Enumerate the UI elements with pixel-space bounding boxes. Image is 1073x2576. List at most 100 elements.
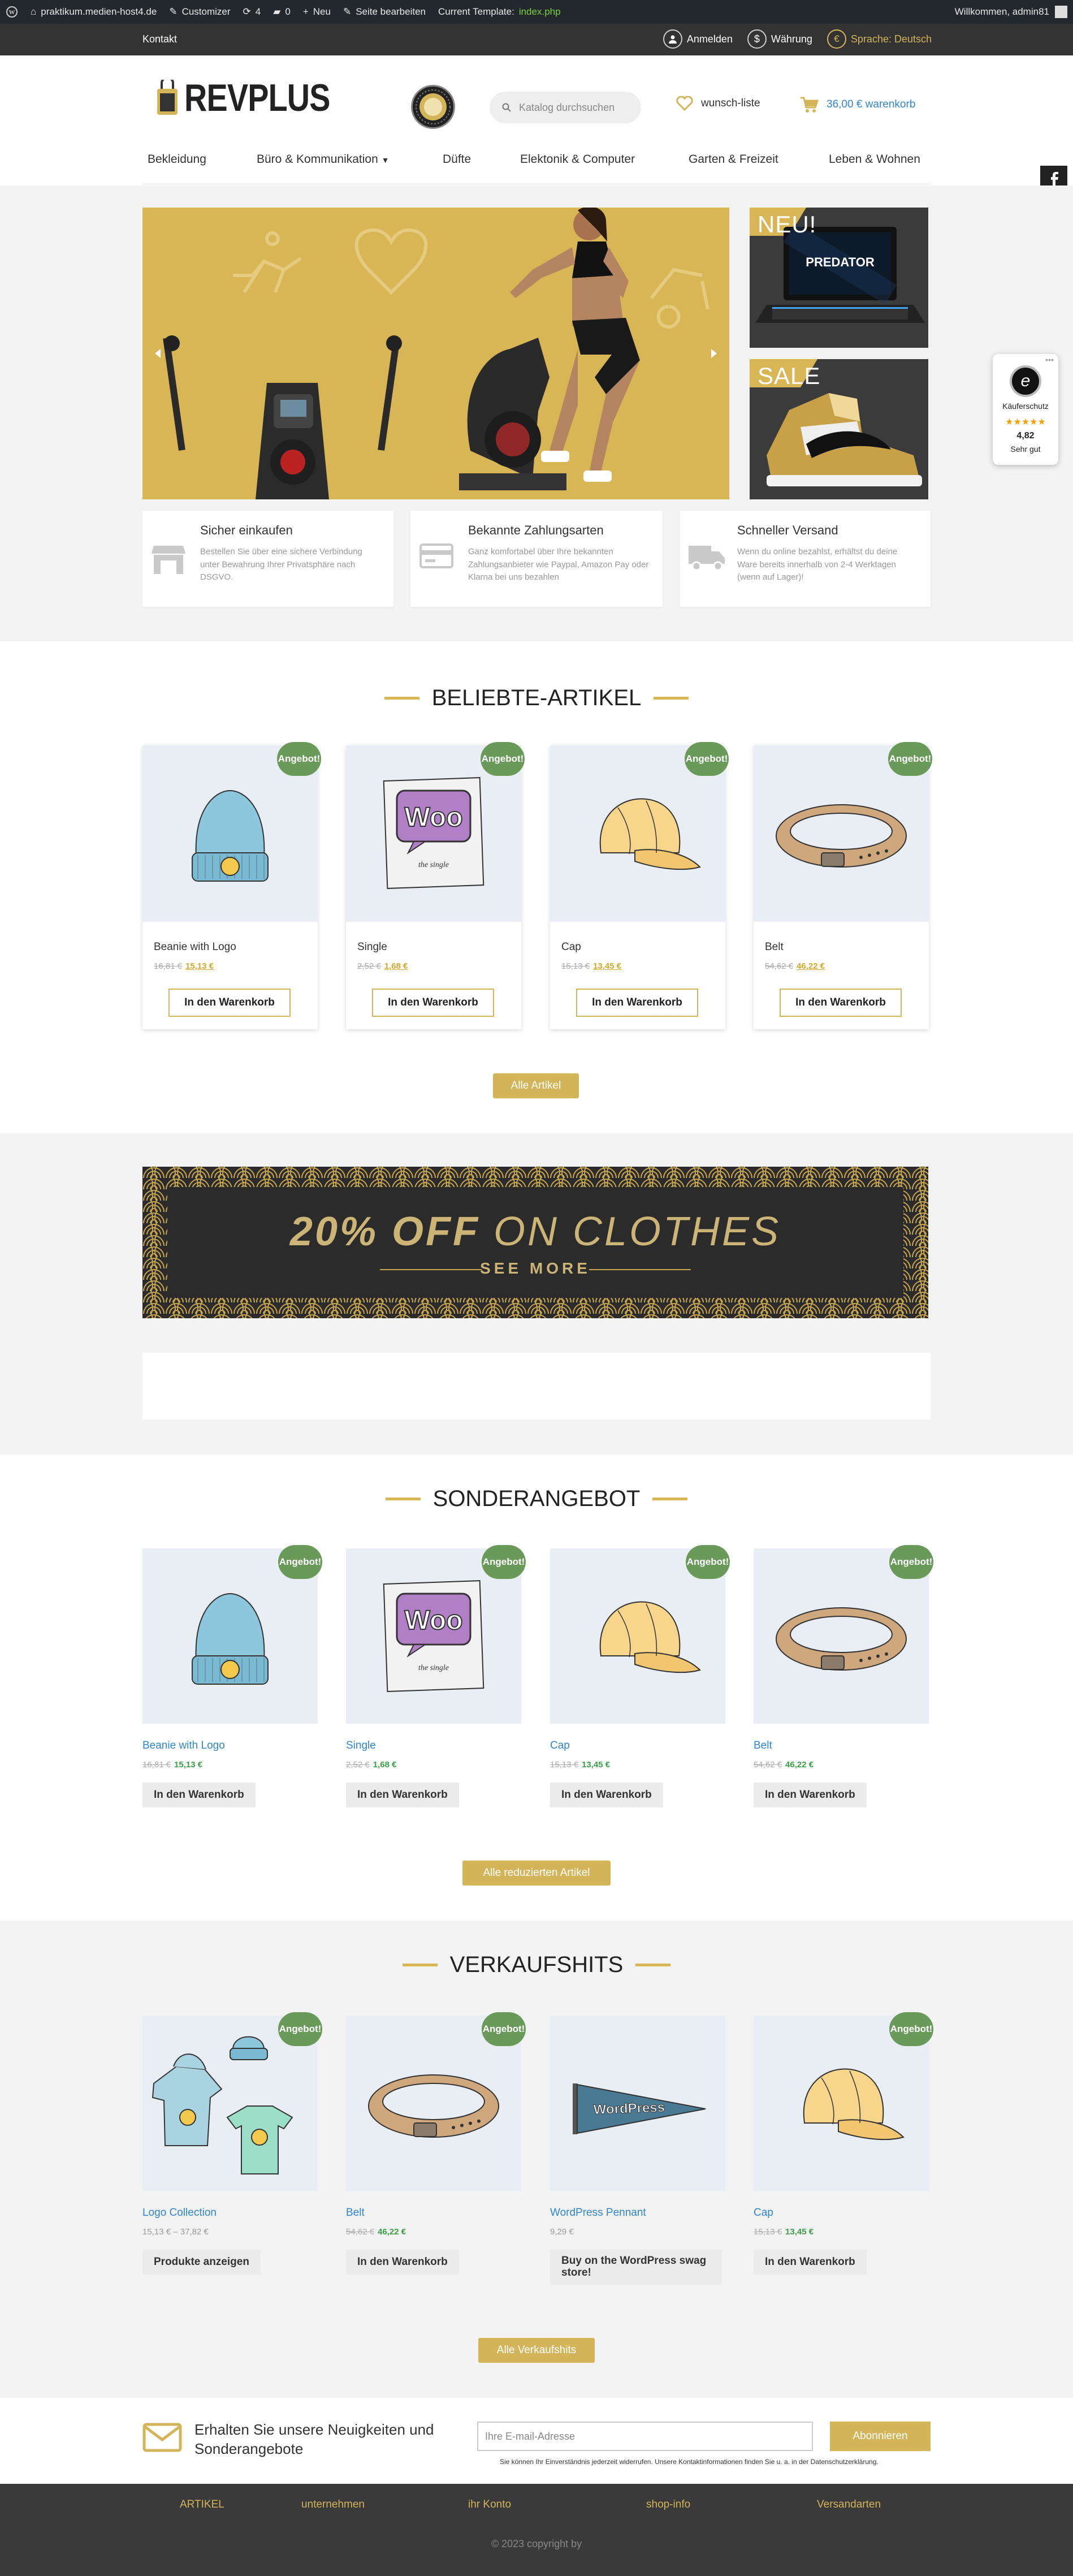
add-to-cart-button[interactable]: Produkte anzeigen (142, 2250, 261, 2275)
admin-comments-link[interactable]: ▰ 0 (273, 6, 291, 18)
add-to-cart-button[interactable]: Buy on the WordPress swag store! (550, 2250, 722, 2285)
sale-badge: Angebot! (278, 2012, 322, 2046)
add-to-cart-button[interactable]: In den Warenkorb (168, 989, 291, 1017)
admin-template-info[interactable]: Current Template: index.php (438, 6, 561, 18)
product-card[interactable]: Angebot! Beanie with Logo 16,81 €15,13 €… (142, 1545, 322, 1814)
slider-next-button[interactable] (704, 345, 721, 362)
product-price: 16,81 €15,13 € (142, 1760, 203, 1770)
product-name[interactable]: Belt (754, 1740, 772, 1752)
wp-logo-icon[interactable]: W (6, 6, 18, 18)
product-name[interactable]: Cap (550, 1740, 570, 1752)
product-card[interactable]: WordPress WordPress Pennant 9,29 € Buy o… (550, 2016, 725, 2285)
dollar-icon: $ (747, 29, 767, 49)
product-name[interactable]: Single (357, 941, 387, 953)
product-image[interactable]: WordPress (550, 2016, 725, 2191)
newsletter-email-input[interactable]: Ihre E-mail-Adresse (477, 2422, 813, 2451)
truck-icon (689, 546, 725, 571)
product-name[interactable]: Logo Collection (142, 2207, 217, 2219)
product-price: 54,62 €46,22 € (754, 1760, 814, 1770)
product-name[interactable]: WordPress Pennant (550, 2207, 646, 2219)
product-card[interactable]: Angebot! Cap 15,13 €13,45 € In den Waren… (550, 1545, 730, 1814)
subscribe-button[interactable]: Abonnieren (830, 2422, 931, 2451)
contact-link[interactable]: Kontakt (142, 33, 177, 45)
product-card[interactable]: Woo the single Angebot! Single 2,52 €1,6… (346, 1545, 526, 1814)
product-card[interactable]: Angebot! Belt 54,62 €46,22 € In den Ware… (754, 742, 932, 1029)
nav-item-leben[interactable]: Leben & Wohnen (829, 153, 920, 166)
wishlist-link[interactable]: wunsch-liste (676, 96, 760, 111)
admin-edit-page-link[interactable]: ✎ Seite bearbeiten (343, 6, 426, 18)
product-card[interactable]: Woo the single Angebot! Single 2,52 €1,6… (346, 742, 525, 1029)
product-name[interactable]: Beanie with Logo (142, 1740, 225, 1752)
add-to-cart-button[interactable]: In den Warenkorb (780, 989, 902, 1017)
nav-item-buero[interactable]: Büro & Kommunikation ▼ (257, 153, 389, 166)
promo-tile-new[interactable]: PREDATOR NEU! (750, 208, 928, 348)
footer-link-unternehmen[interactable]: unternehmen (301, 2499, 365, 2511)
all-reduced-button[interactable]: Alle reduzierten Artikel (462, 1861, 611, 1885)
sale-badge: Angebot! (888, 742, 932, 776)
product-card[interactable]: Angebot! Beanie with Logo 16,81 €15,13 €… (142, 742, 321, 1029)
nav-item-bekleidung[interactable]: Bekleidung (148, 153, 206, 166)
copyright: © 2023 copyright by (491, 2538, 582, 2549)
sale-badge: Angebot! (482, 1545, 526, 1579)
cart-link[interactable]: 36,00 € warenkorb (799, 96, 915, 113)
product-price: 2,52 €1,68 € (346, 1760, 397, 1770)
promo-tile-sale[interactable]: SALE (750, 359, 928, 499)
all-products-button[interactable]: Alle Artikel (493, 1073, 579, 1098)
all-bestsellers-button[interactable]: Alle Verkaufshits (478, 2338, 595, 2363)
product-card[interactable]: Angebot! Belt 54,62 €46,22 € In den Ware… (346, 2012, 526, 2281)
admin-site-link[interactable]: ⌂ praktikum.medien-host4.de (31, 6, 157, 18)
login-link[interactable]: Anmelden (663, 29, 733, 49)
admin-customizer-link[interactable]: ✎ Customizer (169, 6, 230, 18)
add-to-cart-button[interactable]: In den Warenkorb (550, 1783, 663, 1807)
product-price: 54,62 €46,22 € (346, 2227, 406, 2237)
nav-item-garten[interactable]: Garten & Freizeit (689, 153, 778, 166)
product-card[interactable]: Angebot! Belt 54,62 €46,22 € In den Ware… (754, 1545, 933, 1814)
product-name[interactable]: Cap (561, 941, 581, 953)
search-input[interactable]: Katalog durchsuchen (490, 92, 641, 123)
top-bar: Kontakt Anmelden $ Währung € Sprache: Deut… (0, 24, 1073, 55)
heart-icon (676, 96, 693, 111)
footer-link-artikel[interactable]: ARTIKEL (180, 2499, 224, 2511)
admin-updates-link[interactable]: ⟳ 4 (243, 6, 261, 18)
product-name[interactable]: Beanie with Logo (154, 941, 236, 953)
product-name[interactable]: Single (346, 1740, 376, 1752)
nav-item-elektronik[interactable]: Elektonik & Computer (520, 153, 635, 166)
admin-account[interactable]: Willkommen, admin81 (955, 6, 1067, 18)
footer-link-shopinfo[interactable]: shop-info (646, 2499, 690, 2511)
product-card[interactable]: Angebot! Cap 15,13 €13,45 € In den Waren… (550, 742, 729, 1029)
nav-item-duefte[interactable]: Düfte (443, 153, 471, 166)
product-name[interactable]: Cap (754, 2207, 773, 2219)
svg-text:W: W (9, 9, 15, 16)
currency-selector[interactable]: $ Währung (747, 29, 812, 49)
hero-slider[interactable] (142, 208, 729, 499)
add-to-cart-button[interactable]: In den Warenkorb (346, 1783, 459, 1807)
svg-text:Woo: Woo (404, 1606, 462, 1636)
trusted-shops-badge[interactable]: ••• e Käuferschutz ★★★★★ 4,82 Sehr gut (993, 354, 1058, 465)
slider-prev-button[interactable] (148, 345, 165, 362)
admin-new-link[interactable]: + Neu (303, 6, 331, 18)
site-footer: ARTIKEL unternehmen ihr Konto shop-info … (0, 2484, 1073, 2576)
add-to-cart-button[interactable]: In den Warenkorb (754, 1783, 867, 1807)
product-name[interactable]: Belt (346, 2207, 365, 2219)
brush-icon: ✎ (169, 6, 178, 17)
site-logo[interactable]: REVPLUS (156, 76, 362, 120)
product-card[interactable]: Angebot! Cap 15,13 €13,45 € In den Waren… (754, 2012, 933, 2281)
feature-payment: Bekannte Zahlungsarten Ganz komfortabel … (410, 511, 663, 607)
add-to-cart-button[interactable]: In den Warenkorb (372, 989, 494, 1017)
main-navigation: Bekleidung Büro & Kommunikation ▼ Düfte … (0, 147, 1073, 175)
sale-badge: Angebot! (278, 1545, 322, 1579)
footer-link-konto[interactable]: ihr Konto (468, 2499, 511, 2511)
add-to-cart-button[interactable]: In den Warenkorb (754, 2250, 867, 2275)
caret-down-icon: ▼ (381, 156, 390, 165)
language-selector[interactable]: € Sprache: Deutsch (827, 29, 932, 49)
sale-badge: Angebot! (481, 742, 525, 776)
product-name[interactable]: Belt (765, 941, 784, 953)
add-to-cart-button[interactable]: In den Warenkorb (142, 1783, 256, 1807)
add-to-cart-button[interactable]: In den Warenkorb (576, 989, 698, 1017)
add-to-cart-button[interactable]: In den Warenkorb (346, 2250, 459, 2275)
search-icon (502, 103, 511, 112)
promo-banner[interactable]: 20% OFF ON CLOTHES SEE MORE (142, 1167, 928, 1318)
product-price: 15,13 €13,45 € (550, 1760, 611, 1770)
footer-link-versand[interactable]: Versandarten (817, 2499, 881, 2511)
product-card[interactable]: Angebot! Logo Collection 15,13 € – 37,82… (142, 2012, 322, 2281)
